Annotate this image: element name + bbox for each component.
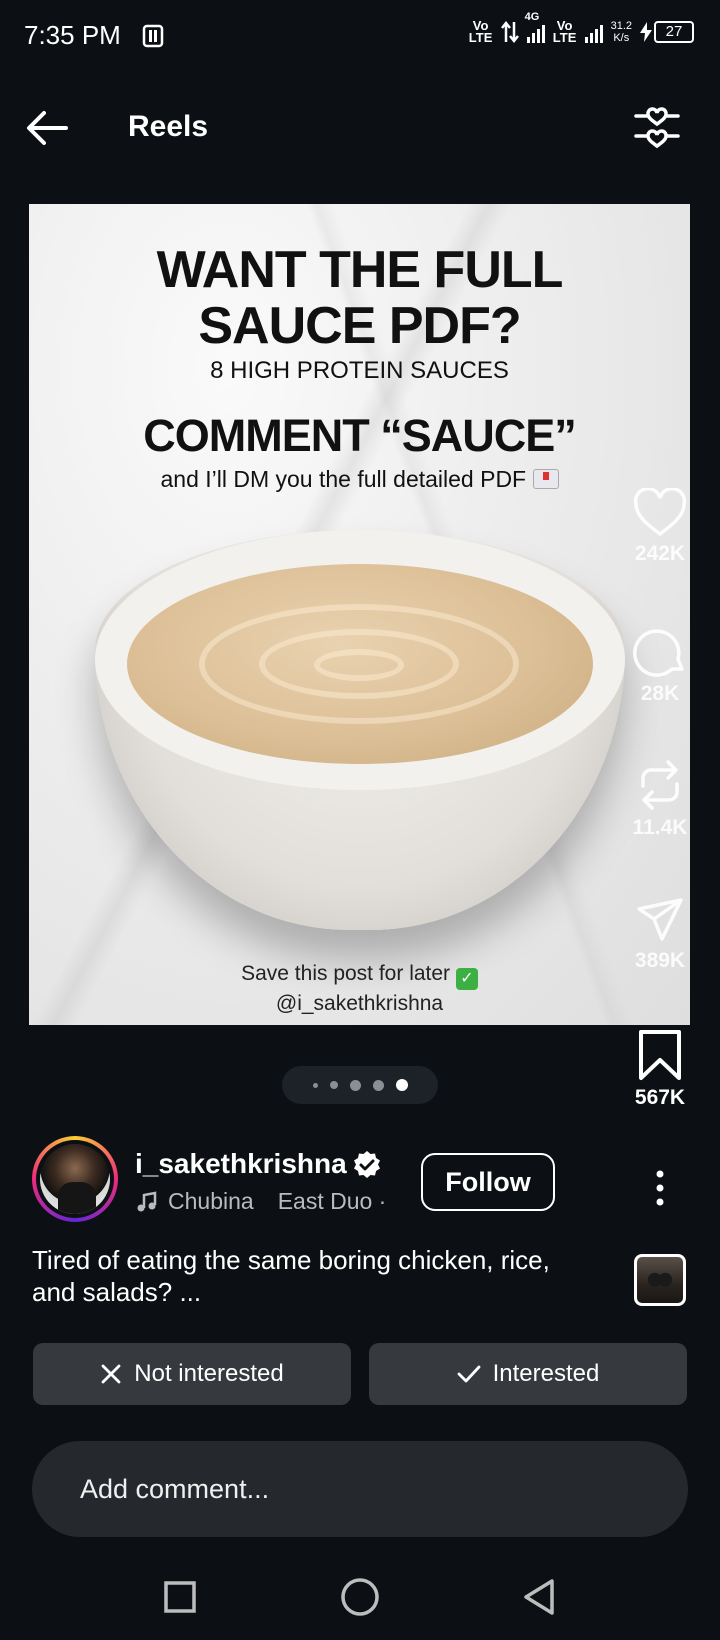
audio-thumbnail[interactable] (634, 1254, 686, 1306)
heart-sliders-icon[interactable] (632, 102, 682, 152)
status-bar: 7:35 PM Vo LTE 4G Vo LTE 31.2 K/s 27 (0, 0, 720, 72)
comment-action[interactable]: 28K (625, 624, 695, 706)
send-icon[interactable] (635, 895, 685, 945)
not-interested-button[interactable]: Not interested (33, 1343, 351, 1405)
save-count: 567K (634, 1086, 686, 1109)
comment-input[interactable] (32, 1441, 688, 1537)
carousel-dot (329, 1081, 338, 1089)
username[interactable]: i_sakethkrishna (135, 1148, 347, 1180)
verified-badge-icon (354, 1151, 380, 1178)
interested-button[interactable]: Interested (369, 1343, 687, 1405)
music-note-icon (137, 1191, 157, 1211)
network-type: 4G (524, 11, 540, 23)
back-triangle-icon[interactable] (515, 1572, 565, 1622)
save-action[interactable]: 567K (625, 1028, 695, 1110)
music-artist: East Duo · (277, 1188, 387, 1214)
reel-media[interactable]: WANT THE FULL SAUCE PDF? 8 HIGH PROTEIN … (29, 204, 690, 1025)
like-count: 242K (634, 542, 686, 565)
follow-button[interactable]: Follow (421, 1153, 555, 1211)
signal-icon-2 (584, 21, 603, 43)
arrow-left-icon[interactable] (24, 108, 70, 148)
carousel-dot (312, 1082, 318, 1088)
envelope-icon (532, 469, 559, 489)
post-headline: WANT THE FULL SAUCE PDF? (156, 241, 564, 355)
recents-square-icon[interactable] (155, 1572, 205, 1622)
battery-indicator: 27 (640, 21, 694, 43)
audio-info[interactable]: Chubina East Duo · (136, 1188, 386, 1215)
home-circle-icon[interactable] (335, 1572, 385, 1622)
repost-icon[interactable] (635, 758, 685, 812)
bookmark-icon[interactable] (637, 1028, 683, 1082)
battery-level: 27 (654, 21, 694, 43)
post-cta: COMMENT “SAUCE” (143, 410, 577, 461)
check-icon (457, 1365, 481, 1383)
share-action[interactable]: 389K (625, 895, 695, 973)
system-nav-bar (0, 1560, 720, 1640)
network-speed: 31.2 K/s (610, 20, 632, 44)
save-note: Save this post for later ✓ (29, 962, 690, 990)
charging-bolt-icon (640, 22, 652, 42)
repost-action[interactable]: 11.4K (625, 758, 695, 840)
reels-header: Reels (0, 92, 720, 164)
music-title: Chubina (168, 1188, 254, 1214)
heart-icon[interactable] (633, 488, 687, 538)
check-mark-icon: ✓ (455, 968, 478, 990)
comment-count: 28K (640, 682, 680, 705)
volte-indicator-2: Vo LTE (552, 18, 577, 45)
comment-bubble-icon[interactable] (633, 624, 687, 678)
like-action[interactable]: 242K (625, 488, 695, 566)
more-options-icon[interactable] (644, 1168, 676, 1208)
volte-indicator-1: Vo LTE (468, 18, 493, 45)
page-title: Reels (128, 110, 209, 143)
post-subheadline: 8 HIGH PROTEIN SAUCES (210, 357, 509, 384)
sauce-swirl (314, 649, 404, 681)
repost-count: 11.4K (632, 816, 688, 839)
carousel-dot (349, 1079, 361, 1091)
signal-icon-1 (526, 21, 545, 43)
status-time: 7:35 PM (24, 20, 121, 50)
carousel-indicator[interactable] (282, 1066, 438, 1104)
share-count: 389K (634, 949, 686, 972)
data-arrows-icon (500, 20, 519, 44)
post-handle: @i_sakethkrishna (275, 992, 444, 1015)
post-caption[interactable]: Tired of eating the same boring chicken,… (32, 1244, 592, 1308)
close-icon (101, 1364, 121, 1384)
app-notification-icon (142, 24, 164, 48)
avatar-photo (40, 1144, 110, 1214)
carousel-dot (395, 1079, 408, 1091)
avatar[interactable] (32, 1136, 118, 1222)
carousel-dot (372, 1079, 384, 1091)
post-cta-sub: and I’ll DM you the full detailed PDF (29, 466, 690, 493)
